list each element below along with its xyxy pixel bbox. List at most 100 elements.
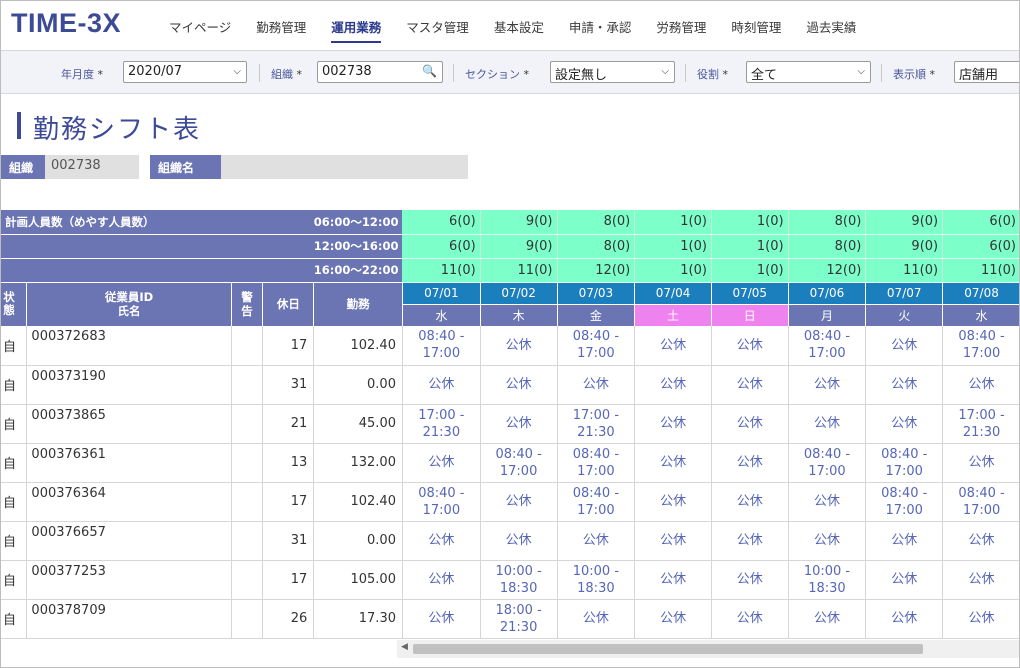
horizontal-scrollbar[interactable]: ◀ [397, 640, 1019, 658]
shift-cell[interactable]: 08:40 -17:00 [557, 482, 636, 522]
shift-cell[interactable]: 公休 [942, 443, 1019, 483]
shift-cell[interactable]: 08:40 -17:00 [788, 443, 867, 483]
shift-cell[interactable]: 18:00 -21:30 [480, 599, 558, 639]
scrollbar-thumb[interactable] [413, 644, 923, 654]
shift-cell[interactable]: 公休 [402, 599, 481, 639]
role-select[interactable]: 全て ⌵ [746, 61, 871, 83]
nav-item[interactable]: 基本設定 [494, 13, 544, 40]
shift-cell[interactable]: 公休 [711, 326, 789, 366]
shift-cell[interactable]: 公休 [865, 326, 944, 366]
shift-cell[interactable]: 公休 [402, 443, 481, 483]
date-header[interactable]: 07/04 [634, 282, 712, 304]
shift-cell[interactable]: 公休 [865, 365, 944, 405]
shift-cell[interactable]: 08:40 -17:00 [865, 482, 944, 522]
shift-cell[interactable]: 08:40 -17:00 [402, 482, 481, 522]
nav-item[interactable]: 時刻管理 [731, 13, 781, 40]
shift-cell[interactable]: 08:40 -17:00 [942, 482, 1019, 522]
shift-cell[interactable]: 10:00 -18:30 [788, 560, 867, 600]
shift-cell[interactable]: 公休 [402, 560, 481, 600]
employee-id[interactable]: 000372683 [26, 326, 232, 366]
shift-cell[interactable]: 公休 [634, 521, 712, 561]
shift-cell[interactable]: 08:40 -17:00 [557, 443, 636, 483]
shift-cell[interactable]: 公休 [788, 404, 867, 444]
employee-id[interactable]: 000376364 [26, 482, 232, 522]
shift-cell[interactable]: 17:00 -21:30 [942, 404, 1019, 444]
shift-cell[interactable]: 公休 [480, 365, 558, 405]
table-row[interactable]: 自 000378709 26 17.30 公休 18:00 -21:30 公休 公休 公休 公休 公… [1, 599, 1019, 639]
employee-id[interactable]: 000376657 [26, 521, 232, 561]
shift-cell[interactable]: 公休 [942, 521, 1019, 561]
shift-cell[interactable]: 公休 [711, 404, 789, 444]
org-search-input[interactable]: 002738 🔍 [317, 61, 443, 83]
date-header[interactable]: 07/05 [711, 282, 789, 304]
shift-cell[interactable]: 08:40 -17:00 [942, 326, 1019, 366]
nav-item[interactable]: 労務管理 [656, 13, 706, 40]
nav-item[interactable]: マイページ [169, 13, 231, 40]
order-select[interactable]: 店舗用 [954, 61, 1019, 83]
shift-cell[interactable]: 公休 [634, 326, 712, 366]
table-row[interactable]: 自 000372683 17 102.40 08:40 -17:00 公休 08:40 -1… [1, 326, 1019, 366]
shift-cell[interactable]: 公休 [402, 521, 481, 561]
shift-cell[interactable]: 公休 [711, 521, 789, 561]
shift-cell[interactable]: 公休 [788, 521, 867, 561]
shift-cell[interactable]: 公休 [865, 560, 944, 600]
date-header[interactable]: 07/07 [865, 282, 944, 304]
shift-cell[interactable]: 公休 [865, 404, 944, 444]
shift-cell[interactable]: 公休 [480, 326, 558, 366]
nav-item[interactable]: 過去実績 [806, 13, 856, 40]
table-row[interactable]: 自 000376657 31 0.00 公休 公休 公休 公休 公休 公休 公休 公休 [1, 521, 1019, 561]
shift-cell[interactable]: 公休 [711, 482, 789, 522]
nav-item[interactable]: 申請・承認 [569, 13, 632, 40]
scroll-left-icon[interactable]: ◀ [401, 642, 408, 652]
shift-cell[interactable]: 公休 [634, 482, 712, 522]
nav-item[interactable]: 運用業務 [331, 13, 382, 43]
shift-cell[interactable]: 公休 [634, 443, 712, 483]
shift-cell[interactable]: 17:00 -21:30 [557, 404, 636, 444]
shift-cell[interactable]: 公休 [788, 365, 867, 405]
shift-cell[interactable]: 公休 [711, 443, 789, 483]
shift-cell[interactable]: 公休 [480, 482, 558, 522]
employee-id[interactable]: 000378709 [26, 599, 232, 639]
date-header[interactable]: 07/08 [942, 282, 1019, 304]
table-row[interactable]: 自 000376361 13 132.00 公休 08:40 -17:00 08:40 -1… [1, 443, 1019, 483]
shift-cell[interactable]: 公休 [711, 599, 789, 639]
date-header[interactable]: 07/06 [788, 282, 867, 304]
table-row[interactable]: 自 000377253 17 105.00 公休 10:00 -18:30 10:00 -1… [1, 560, 1019, 600]
shift-cell[interactable]: 17:00 -21:30 [402, 404, 481, 444]
section-select[interactable]: 設定無し ⌵ [550, 61, 675, 83]
date-header[interactable]: 07/02 [480, 282, 558, 304]
shift-cell[interactable]: 08:40 -17:00 [788, 326, 867, 366]
nav-item[interactable]: マスタ管理 [406, 13, 469, 40]
app-logo[interactable]: TIME-3X [11, 8, 121, 39]
shift-cell[interactable]: 公休 [711, 560, 789, 600]
employee-id[interactable]: 000377253 [26, 560, 232, 600]
nav-item[interactable]: 勤務管理 [256, 13, 306, 40]
shift-cell[interactable]: 公休 [634, 365, 712, 405]
table-row[interactable]: 自 000373190 31 0.00 公休 公休 公休 公休 公休 公休 公休 公休 [1, 365, 1019, 405]
shift-cell[interactable]: 公休 [865, 599, 944, 639]
shift-cell[interactable]: 公休 [634, 404, 712, 444]
date-header[interactable]: 07/03 [557, 282, 636, 304]
shift-cell[interactable]: 公休 [865, 521, 944, 561]
employee-id[interactable]: 000373190 [26, 365, 232, 405]
table-row[interactable]: 自 000373865 21 45.00 17:00 -21:30 公休 17:00 -21… [1, 404, 1019, 444]
shift-cell[interactable]: 公休 [557, 365, 636, 405]
shift-cell[interactable]: 公休 [480, 404, 558, 444]
shift-cell[interactable]: 公休 [634, 560, 712, 600]
search-icon[interactable]: 🔍 [422, 64, 437, 78]
shift-cell[interactable]: 08:40 -17:00 [480, 443, 558, 483]
shift-cell[interactable]: 公休 [711, 365, 789, 405]
shift-cell[interactable]: 公休 [557, 521, 636, 561]
shift-cell[interactable]: 公休 [942, 560, 1019, 600]
shift-cell[interactable]: 公休 [942, 365, 1019, 405]
employee-id[interactable]: 000376361 [26, 443, 232, 483]
shift-cell[interactable]: 公休 [557, 599, 636, 639]
table-row[interactable]: 自 000376364 17 102.40 08:40 -17:00 公休 08:40 -1… [1, 482, 1019, 522]
date-header[interactable]: 07/01 [402, 282, 481, 304]
employee-id[interactable]: 000373865 [26, 404, 232, 444]
shift-cell[interactable]: 08:40 -17:00 [557, 326, 636, 366]
shift-cell[interactable]: 10:00 -18:30 [480, 560, 558, 600]
shift-cell[interactable]: 10:00 -18:30 [557, 560, 636, 600]
year-month-select[interactable]: 2020/07 ⌵ [123, 61, 247, 83]
shift-cell[interactable]: 公休 [788, 599, 867, 639]
